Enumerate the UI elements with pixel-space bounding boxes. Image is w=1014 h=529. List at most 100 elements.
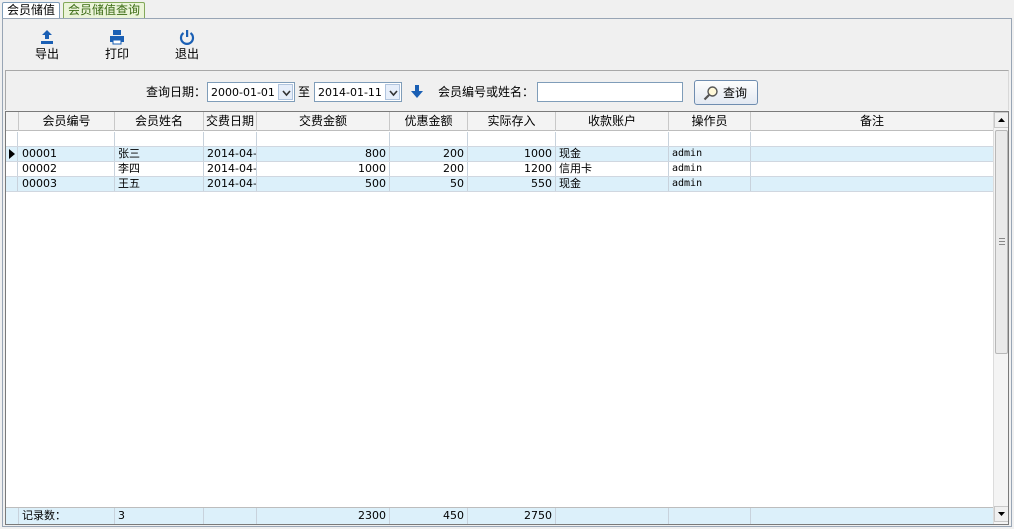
cell-operator[interactable]: admin [669,147,751,161]
cell-discount-amount[interactable]: 200 [390,162,468,176]
cell[interactable] [669,132,751,146]
cell-payment-amount[interactable]: 1000 [257,162,390,176]
triangle-down-icon [998,512,1005,516]
header-receiving-account[interactable]: 收款账户 [556,112,669,131]
cell-payment-amount[interactable]: 800 [257,147,390,161]
cell-payment-date[interactable]: 2014-04-1 [204,162,257,176]
cell-actual-deposit[interactable]: 1000 [468,147,556,161]
cell-payment-amount[interactable]: 500 [257,177,390,191]
row-indicator [6,177,18,191]
cell-member-name[interactable]: 王五 [115,177,204,191]
start-date-value: 2000-01-01 [211,86,275,99]
print-label: 打印 [104,47,129,61]
header-payment-date[interactable]: 交费日期 [204,112,257,131]
footer-cell [751,508,993,524]
header-discount-amount[interactable]: 优惠金额 [390,112,468,131]
scroll-up-button[interactable] [994,112,1008,128]
cell[interactable] [390,132,468,146]
row-indicator [6,162,18,176]
cell-member-id[interactable]: 00003 [19,177,115,191]
header-member-id[interactable]: 会员编号 [19,112,115,131]
cell-payment-date[interactable]: 2014-04-1 [204,147,257,161]
cell[interactable] [751,132,993,146]
vertical-scrollbar[interactable] [993,112,1008,524]
query-button[interactable]: 查询 [694,80,758,105]
start-date-picker[interactable]: 2000-01-01 [207,82,295,102]
footer-cell [669,508,751,524]
cell[interactable] [19,132,115,146]
header-member-name[interactable]: 会员姓名 [115,112,204,131]
triangle-up-icon [998,118,1005,122]
table-row[interactable]: 00001 张三 2014-04-1 800 200 1000 现金 admin [6,147,993,162]
cell[interactable] [556,132,669,146]
cell-member-name[interactable]: 李四 [115,162,204,176]
table-row[interactable]: 00002 李四 2014-04-1 1000 200 1200 信用卡 adm… [6,162,993,177]
member-search-input[interactable] [537,82,683,102]
end-date-value: 2014-01-11 [318,86,382,99]
toolbar: 导出 打印 退出 [3,19,1011,69]
cell-receiving-account[interactable]: 现金 [556,147,669,161]
export-button[interactable]: 导出 [25,29,69,65]
main-panel: 导出 打印 退出 查询日期： 2000-01-01 至 2014-01-11 会… [2,18,1012,527]
cell-actual-deposit[interactable]: 1200 [468,162,556,176]
cell-operator[interactable]: admin [669,177,751,191]
arrow-down-icon[interactable] [411,84,423,99]
start-date-dropdown[interactable] [278,84,293,100]
header-operator[interactable]: 操作员 [669,112,751,131]
grid-header: 会员编号 会员姓名 交费日期 交费金额 优惠金额 实际存入 收款账户 操作员 备… [6,112,993,131]
cell-remarks[interactable] [751,177,993,191]
footer-total-discount: 450 [390,508,468,524]
triangle-right-icon [9,149,15,159]
grip-line [999,244,1005,245]
scroll-thumb[interactable] [995,130,1008,354]
data-grid: 会员编号 会员姓名 交费日期 交费金额 优惠金额 实际存入 收款账户 操作员 备… [5,111,1009,525]
header-payment-amount[interactable]: 交费金额 [257,112,390,131]
header-remarks[interactable]: 备注 [751,112,993,131]
cell-receiving-account[interactable]: 信用卡 [556,162,669,176]
cell[interactable] [115,132,204,146]
cell[interactable] [468,132,556,146]
cell-member-id[interactable]: 00002 [19,162,115,176]
exit-button[interactable]: 退出 [165,29,209,65]
cell-payment-date[interactable]: 2014-04-1 [204,177,257,191]
cell-discount-amount[interactable]: 50 [390,177,468,191]
cell-remarks[interactable] [751,162,993,176]
power-icon [179,30,195,45]
filter-bar: 查询日期： 2000-01-01 至 2014-01-11 会员编号或姓名： 查… [5,70,1009,110]
export-label: 导出 [34,47,59,61]
tab-member-deposit-query[interactable]: 会员储值查询 [63,2,146,18]
end-date-dropdown[interactable] [385,84,400,100]
footer-cell [204,508,257,524]
table-row[interactable]: 00003 王五 2014-04-1 500 50 550 现金 admin [6,177,993,192]
header-indicator [6,112,19,131]
header-actual-deposit[interactable]: 实际存入 [468,112,556,131]
print-button[interactable]: 打印 [95,29,139,65]
cell[interactable] [257,132,390,146]
grip-line [999,241,1005,242]
filter-row[interactable] [6,132,993,147]
grid-footer: 记录数： 3 2300 450 2750 [6,507,993,524]
cell-operator[interactable]: admin [669,162,751,176]
cell-actual-deposit[interactable]: 550 [468,177,556,191]
cell-discount-amount[interactable]: 200 [390,147,468,161]
footer-record-label: 记录数： [19,508,115,524]
cell[interactable] [204,132,257,146]
footer-cell [556,508,669,524]
to-label: 至 [298,85,311,99]
search-icon [703,86,718,101]
current-row-indicator [6,147,18,161]
exit-label: 退出 [174,47,199,61]
tab-member-deposit[interactable]: 会员储值 [2,2,61,18]
cell-member-id[interactable]: 00001 [19,147,115,161]
scroll-down-button[interactable] [994,506,1008,522]
end-date-picker[interactable]: 2014-01-11 [314,82,402,102]
cell-receiving-account[interactable]: 现金 [556,177,669,191]
footer-record-count: 3 [115,508,204,524]
footer-total-deposit: 2750 [468,508,556,524]
chevron-down-icon [282,90,291,97]
footer-indicator [6,508,19,524]
cell-remarks[interactable] [751,147,993,161]
cell-member-name[interactable]: 张三 [115,147,204,161]
export-icon [41,30,53,44]
printer-icon [110,30,124,45]
